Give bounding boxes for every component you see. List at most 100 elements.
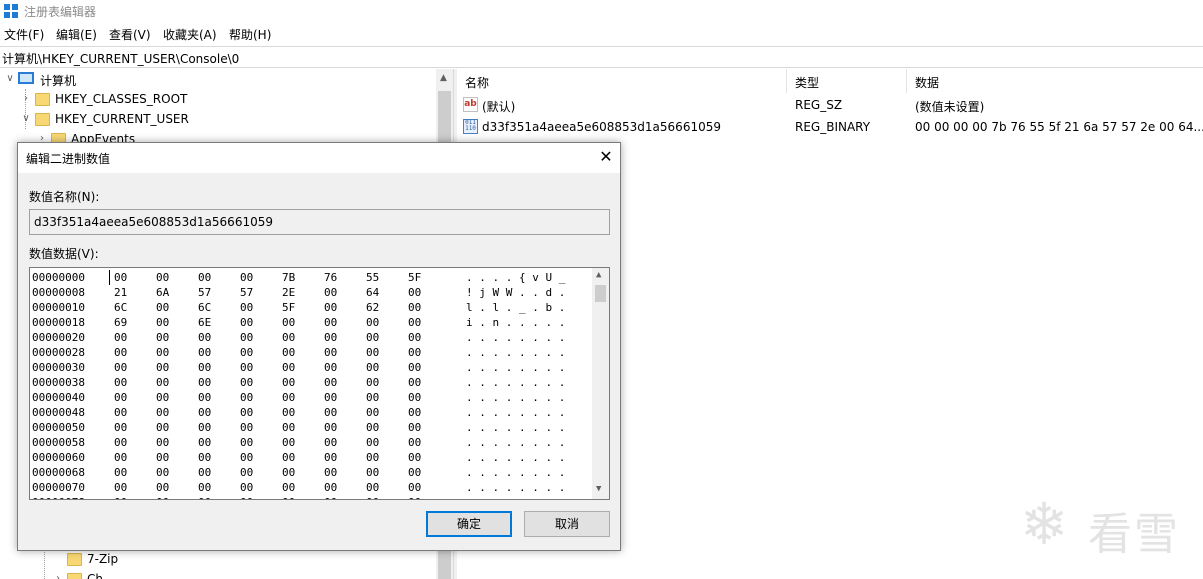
hex-ascii[interactable]: . . . . . . . . bbox=[466, 391, 565, 404]
hex-row[interactable]: 00000070 00 00 00 00 00 00 00 00 . . . . . . . . bbox=[30, 480, 590, 495]
hex-row[interactable]: 00000028 00 00 00 00 00 00 00 00 . . . . . . . . bbox=[30, 345, 590, 360]
hex-byte[interactable]: 00 bbox=[408, 406, 421, 419]
hex-byte[interactable]: 6C bbox=[198, 301, 211, 314]
close-icon[interactable]: ✕ bbox=[596, 147, 616, 167]
hex-byte[interactable]: 00 bbox=[282, 451, 295, 464]
hex-row[interactable]: 00000000 00 00 00 00 7B 76 55 5F. . . . { v U _ bbox=[30, 270, 590, 285]
hex-byte[interactable]: 00 bbox=[366, 346, 379, 359]
hex-ascii[interactable]: . . . . { v U _ bbox=[466, 271, 565, 284]
hex-byte[interactable]: 00 bbox=[198, 466, 211, 479]
hex-byte[interactable]: 00 bbox=[114, 361, 127, 374]
hex-byte[interactable]: 00 bbox=[366, 466, 379, 479]
hex-byte[interactable]: 00 bbox=[198, 436, 211, 449]
hex-byte[interactable]: 00 bbox=[282, 436, 295, 449]
hex-row[interactable]: 00000008 21 6A 57 57 2E 00 64 00 ! j W W . . d . bbox=[30, 285, 590, 300]
hex-byte[interactable]: 00 bbox=[366, 481, 379, 494]
hex-byte[interactable]: 00 bbox=[324, 421, 337, 434]
hex-byte[interactable]: 00 bbox=[324, 406, 337, 419]
hex-byte[interactable]: 00 bbox=[114, 391, 127, 404]
hex-byte[interactable]: 6A bbox=[156, 286, 169, 299]
hex-byte[interactable]: 00 bbox=[198, 391, 211, 404]
hex-byte[interactable]: 76 bbox=[324, 271, 337, 284]
hex-byte[interactable]: 00 bbox=[156, 421, 169, 434]
hex-byte[interactable]: 00 bbox=[240, 346, 253, 359]
hex-byte[interactable]: 00 bbox=[324, 361, 337, 374]
hex-byte[interactable]: 00 bbox=[282, 316, 295, 329]
hex-byte[interactable]: 00 bbox=[282, 331, 295, 344]
column-header-type[interactable]: 类型 bbox=[787, 69, 907, 93]
hex-byte[interactable]: 00 bbox=[156, 271, 169, 284]
menu-view[interactable]: 查看(V) bbox=[109, 26, 151, 43]
hex-byte[interactable]: 00 bbox=[156, 316, 169, 329]
chevron-down-icon[interactable]: ∨ bbox=[20, 113, 32, 124]
hex-scroll-thumb[interactable] bbox=[595, 285, 606, 302]
hex-byte[interactable]: 00 bbox=[366, 406, 379, 419]
value-row-binary[interactable]: 011 110 d33f351a4aeea5e608853d1a56661059 … bbox=[457, 116, 1203, 138]
hex-byte[interactable]: 00 bbox=[156, 301, 169, 314]
hex-byte[interactable]: 00 bbox=[240, 331, 253, 344]
hex-ascii[interactable]: . . . . . . . . bbox=[466, 361, 565, 374]
hex-byte[interactable]: 00 bbox=[156, 481, 169, 494]
hex-ascii[interactable]: . . . . . . . . bbox=[466, 436, 565, 449]
hex-byte[interactable]: 00 bbox=[408, 361, 421, 374]
hex-byte[interactable]: 00 bbox=[240, 421, 253, 434]
hex-ascii[interactable]: . . . . . . . . bbox=[466, 421, 565, 434]
hex-byte[interactable]: 00 bbox=[240, 481, 253, 494]
hex-byte[interactable]: 00 bbox=[240, 361, 253, 374]
hex-byte[interactable]: 00 bbox=[408, 436, 421, 449]
hex-byte[interactable]: 00 bbox=[324, 301, 337, 314]
menu-help[interactable]: 帮助(H) bbox=[229, 26, 271, 43]
hex-byte[interactable]: 00 bbox=[324, 496, 337, 499]
hex-row[interactable]: 00000018 69 00 6E 00 00 00 00 00 i . n . . . . . bbox=[30, 315, 590, 330]
hex-byte[interactable]: 00 bbox=[408, 286, 421, 299]
hex-byte[interactable]: 00 bbox=[324, 451, 337, 464]
hex-byte[interactable]: 00 bbox=[114, 376, 127, 389]
hex-byte[interactable]: 00 bbox=[240, 436, 253, 449]
hex-byte[interactable]: 00 bbox=[240, 316, 253, 329]
hex-byte[interactable]: 00 bbox=[156, 451, 169, 464]
hex-ascii[interactable]: . . . . . . . . bbox=[466, 481, 565, 494]
hex-byte[interactable]: 00 bbox=[324, 331, 337, 344]
hex-byte[interactable]: 00 bbox=[282, 406, 295, 419]
hex-byte[interactable]: 00 bbox=[114, 406, 127, 419]
tree-item-7zip[interactable]: 7-Zip bbox=[52, 550, 432, 570]
hex-byte[interactable]: 6C bbox=[114, 301, 127, 314]
hex-byte[interactable]: 00 bbox=[240, 391, 253, 404]
hex-ascii[interactable]: ! j W W . . d . bbox=[466, 286, 565, 299]
hex-byte[interactable]: 00 bbox=[156, 391, 169, 404]
hex-byte[interactable]: 00 bbox=[282, 466, 295, 479]
tree-item-ch[interactable]: › Ch bbox=[52, 570, 432, 579]
hex-byte[interactable]: 2E bbox=[282, 286, 295, 299]
tree-item-hkey-classes-root[interactable]: › HKEY_CLASSES_ROOT bbox=[20, 90, 420, 110]
hex-byte[interactable]: 00 bbox=[366, 436, 379, 449]
hex-row[interactable]: 00000020 00 00 00 00 00 00 00 00 . . . . . . . . bbox=[30, 330, 590, 345]
hex-byte[interactable]: 00 bbox=[282, 391, 295, 404]
menu-file[interactable]: 文件(F) bbox=[4, 26, 44, 43]
hex-ascii[interactable]: . . . . . . . . bbox=[466, 406, 565, 419]
hex-byte[interactable]: 00 bbox=[324, 436, 337, 449]
hex-byte[interactable]: 55 bbox=[366, 271, 379, 284]
hex-byte[interactable]: 00 bbox=[366, 361, 379, 374]
hex-byte[interactable]: 00 bbox=[366, 421, 379, 434]
hex-byte[interactable]: 00 bbox=[282, 361, 295, 374]
menu-favorites[interactable]: 收藏夹(A) bbox=[163, 26, 217, 43]
chevron-right-icon[interactable]: › bbox=[52, 573, 64, 579]
hex-editor[interactable]: 000000780000000000000000. . . . . . . .0… bbox=[29, 267, 610, 500]
hex-ascii[interactable]: . . . . . . . . bbox=[466, 451, 565, 464]
hex-row[interactable]: 00000060 00 00 00 00 00 00 00 00 . . . . . . . . bbox=[30, 450, 590, 465]
hex-byte[interactable]: 00 bbox=[156, 376, 169, 389]
hex-byte[interactable]: 00 bbox=[240, 451, 253, 464]
hex-byte[interactable]: 00 bbox=[408, 346, 421, 359]
hex-row[interactable]: 00000038 00 00 00 00 00 00 00 00 . . . . . . . . bbox=[30, 375, 590, 390]
hex-row[interactable]: 00000048 00 00 00 00 00 00 00 00 . . . . . . . . bbox=[30, 405, 590, 420]
hex-byte[interactable]: 00 bbox=[198, 421, 211, 434]
hex-byte[interactable]: 00 bbox=[198, 361, 211, 374]
hex-byte[interactable]: 00 bbox=[408, 481, 421, 494]
hex-byte[interactable]: 00 bbox=[324, 376, 337, 389]
hex-byte[interactable]: 00 bbox=[198, 451, 211, 464]
hex-ascii[interactable]: l . l . _ . b . bbox=[466, 301, 565, 314]
hex-ascii[interactable]: . . . . . . . . bbox=[466, 466, 565, 479]
hex-byte[interactable]: 00 bbox=[198, 481, 211, 494]
hex-row[interactable]: 00000030 00 00 00 00 00 00 00 00 . . . . . . . . bbox=[30, 360, 590, 375]
address-bar[interactable]: 计算机\HKEY_CURRENT_USER\Console\0 bbox=[0, 46, 1203, 68]
